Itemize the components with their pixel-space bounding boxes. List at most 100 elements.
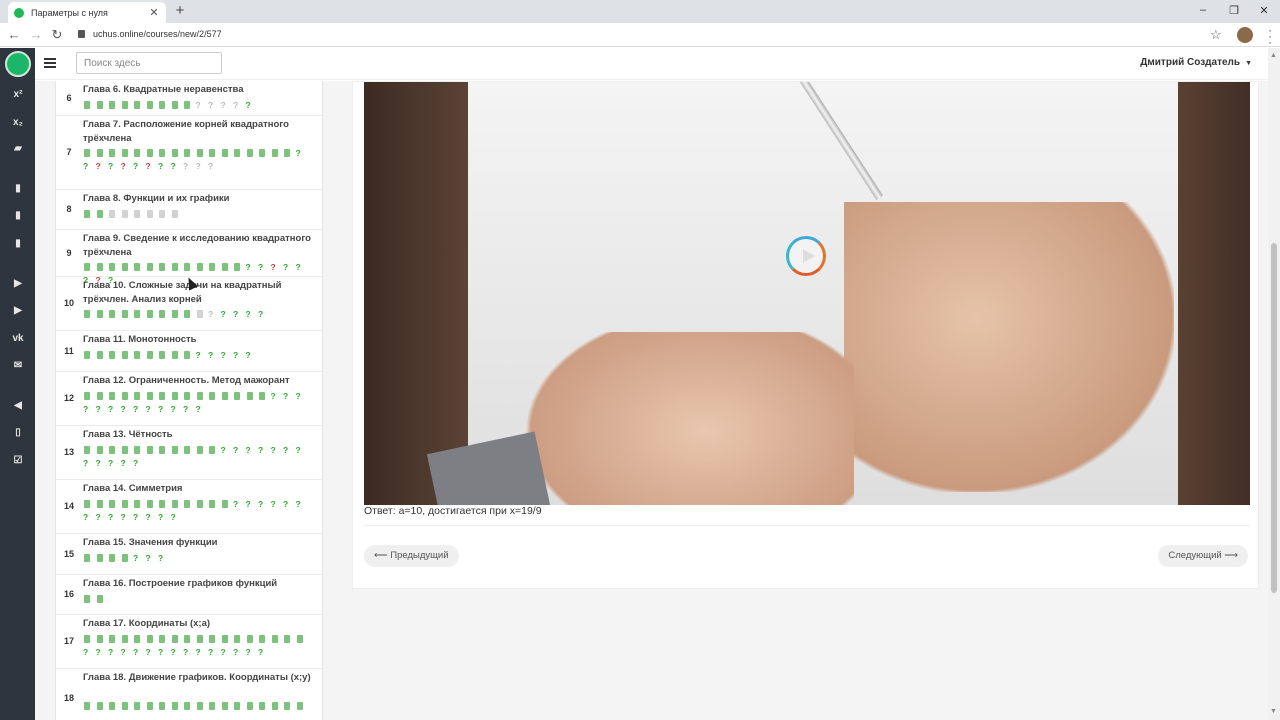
megaphone-icon[interactable]: ◀ <box>9 399 27 413</box>
lesson-document-icon[interactable] <box>108 149 121 158</box>
lesson-document-icon[interactable] <box>196 445 209 455</box>
lesson-document-icon[interactable] <box>83 391 96 401</box>
lesson-document-icon[interactable] <box>158 391 171 401</box>
lesson-document-icon[interactable] <box>96 100 109 110</box>
lesson-document-icon[interactable] <box>121 310 134 319</box>
lesson-document-icon[interactable] <box>183 445 196 455</box>
lesson-document-icon[interactable] <box>271 634 284 644</box>
question-icon[interactable]: ? <box>108 458 121 468</box>
lesson-document-icon[interactable] <box>196 634 209 644</box>
question-icon[interactable]: ? <box>296 263 309 272</box>
lesson-document-icon[interactable] <box>146 499 159 509</box>
lesson-document-icon[interactable] <box>108 391 121 401</box>
lesson-document-icon[interactable] <box>283 634 296 644</box>
question-icon[interactable]: ? <box>208 310 221 319</box>
lesson-document-icon[interactable] <box>208 634 221 644</box>
question-icon[interactable]: ? <box>133 647 146 657</box>
lesson-document-icon[interactable] <box>146 100 159 110</box>
question-icon[interactable]: ? <box>146 512 159 522</box>
question-icon[interactable]: ? <box>208 647 221 657</box>
chapter-row[interactable]: 18 Глава 18. Движение графиков. Координат… <box>56 669 322 720</box>
question-icon[interactable]: ? <box>221 350 234 360</box>
question-icon[interactable]: ? <box>271 391 284 401</box>
chapter-title[interactable]: Глава 15. Значения функции <box>83 536 315 550</box>
question-icon[interactable]: ? <box>208 162 221 171</box>
minimize-icon[interactable]: – <box>1196 4 1210 16</box>
question-icon[interactable]: ? <box>133 512 146 522</box>
lesson-document-icon[interactable] <box>96 149 109 158</box>
question-icon[interactable]: ? <box>158 162 171 171</box>
question-icon[interactable]: ? <box>246 263 259 272</box>
profile-avatar[interactable] <box>1237 27 1253 43</box>
question-icon[interactable]: ? <box>283 263 296 272</box>
lesson-document-icon[interactable] <box>158 263 171 272</box>
chapter-row[interactable]: 7 Глава 7. Расположение корней квадратног… <box>56 116 322 190</box>
lesson-document-icon[interactable] <box>121 553 134 563</box>
question-icon[interactable]: ? <box>133 404 146 414</box>
lesson-document-icon[interactable] <box>196 263 209 272</box>
reload-icon[interactable]: ↻ <box>50 27 64 43</box>
lesson-document-icon[interactable] <box>296 634 309 644</box>
question-icon[interactable]: ? <box>171 162 184 171</box>
lesson-document-icon[interactable] <box>121 350 134 360</box>
question-icon[interactable]: ? <box>158 553 171 563</box>
question-icon[interactable]: ? <box>196 350 209 360</box>
lesson-document-icon[interactable] <box>233 702 246 711</box>
lesson-document-icon[interactable] <box>96 499 109 509</box>
lesson-document-icon[interactable] <box>121 263 134 272</box>
question-icon[interactable]: ? <box>221 445 234 455</box>
back-icon[interactable]: ← <box>7 27 21 43</box>
lesson-document-icon[interactable] <box>96 553 109 563</box>
lesson-document-icon[interactable] <box>158 209 171 219</box>
question-icon[interactable]: ? <box>221 310 234 319</box>
lesson-document-icon[interactable] <box>246 391 259 401</box>
lesson-document-icon[interactable] <box>258 391 271 401</box>
lesson-document-icon[interactable] <box>158 350 171 360</box>
lesson-document-icon[interactable] <box>221 702 234 711</box>
browser-tab[interactable]: Параметры с нуля ✕ <box>8 2 166 23</box>
question-icon[interactable]: ? <box>196 647 209 657</box>
lesson-document-icon[interactable] <box>133 100 146 110</box>
question-icon[interactable]: ? <box>258 499 271 509</box>
question-icon[interactable]: ? <box>96 404 109 414</box>
lesson-document-icon[interactable] <box>296 702 309 711</box>
question-icon[interactable]: ? <box>83 647 96 657</box>
lesson-document-icon[interactable] <box>233 149 246 158</box>
video-loading-spinner-icon[interactable] <box>786 236 826 276</box>
question-icon[interactable]: ? <box>296 149 309 158</box>
lesson-document-icon[interactable] <box>146 149 159 158</box>
question-icon[interactable]: ? <box>246 310 259 319</box>
question-icon[interactable]: ? <box>258 310 271 319</box>
chapter-row[interactable]: 11 Глава 11. Монотонность????? <box>56 331 322 372</box>
lesson-document-icon[interactable] <box>96 350 109 360</box>
lesson-document-icon[interactable] <box>108 350 121 360</box>
lesson-document-icon[interactable] <box>208 263 221 272</box>
question-icon[interactable]: ? <box>183 647 196 657</box>
lesson-document-icon[interactable] <box>133 310 146 319</box>
lesson-document-icon[interactable] <box>171 702 184 711</box>
question-icon[interactable]: ? <box>108 404 121 414</box>
lesson-document-icon[interactable] <box>183 310 196 319</box>
lesson-document-icon[interactable] <box>171 391 184 401</box>
folder-icon[interactable]: ▰ <box>9 142 27 156</box>
lesson-document-icon[interactable] <box>271 149 284 158</box>
lesson-document-icon[interactable] <box>208 445 221 455</box>
forward-icon[interactable]: → <box>29 27 43 43</box>
lesson-document-icon[interactable] <box>108 634 121 644</box>
lesson-document-icon[interactable] <box>83 310 96 319</box>
superscript-icon[interactable]: x² <box>9 88 27 102</box>
lesson-document-icon[interactable] <box>83 263 96 272</box>
question-icon[interactable]: ? <box>121 512 134 522</box>
lesson-document-icon[interactable] <box>158 445 171 455</box>
chapter-row[interactable]: 8 Глава 8. Функции и их графики <box>56 190 322 230</box>
question-icon[interactable]: ? <box>196 162 209 171</box>
chapter-row[interactable]: 9 Глава 9. Сведение к исследованию квадра… <box>56 230 322 285</box>
lesson-document-icon[interactable] <box>121 499 134 509</box>
lesson-document-icon[interactable] <box>121 445 134 455</box>
lesson-document-icon[interactable] <box>146 209 159 219</box>
lesson-document-icon[interactable] <box>196 702 209 711</box>
lesson-document-icon[interactable] <box>83 149 96 158</box>
youtube-icon[interactable]: ▶ <box>9 277 27 291</box>
question-icon[interactable]: ? <box>146 553 159 563</box>
question-icon[interactable]: ? <box>246 350 259 360</box>
